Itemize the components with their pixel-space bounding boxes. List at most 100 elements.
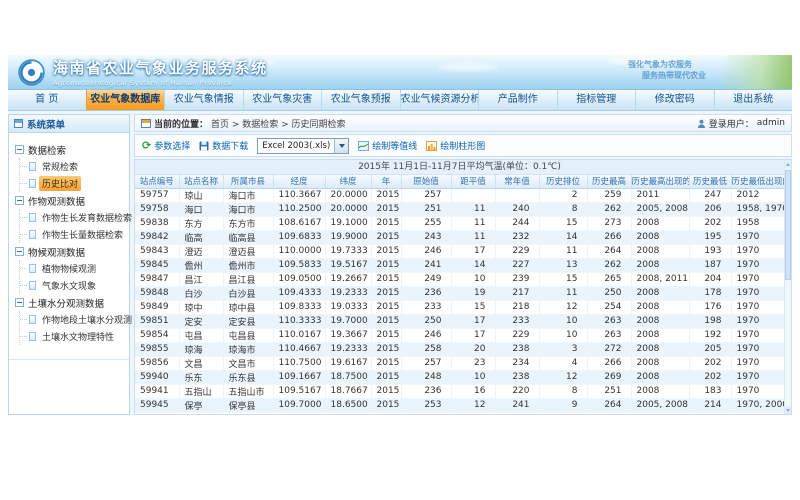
cell: 10 bbox=[539, 314, 587, 328]
nav-item-6[interactable]: 农业气候资源分析 bbox=[400, 90, 479, 110]
cell: 昌江县 bbox=[223, 272, 273, 286]
cell: 11 bbox=[451, 230, 495, 244]
cell: 1970 bbox=[731, 370, 787, 384]
nav-item-9[interactable]: 修改密码 bbox=[635, 90, 714, 110]
cell: 259 bbox=[587, 188, 631, 202]
vertical-scrollbar[interactable] bbox=[784, 160, 791, 414]
download-button[interactable]: 数据下载 bbox=[199, 139, 248, 152]
param-select-button[interactable]: ⟳ 参数选择 bbox=[142, 139, 190, 152]
cell: 253 bbox=[401, 398, 451, 412]
collapse-icon[interactable] bbox=[15, 196, 24, 205]
cell: 18.7667 bbox=[325, 384, 371, 398]
cell: 59948 bbox=[135, 412, 179, 415]
cell: 59848 bbox=[135, 286, 179, 300]
tree-item[interactable]: 常规检索 bbox=[20, 158, 126, 175]
cell: 244 bbox=[495, 216, 539, 230]
export-format-select[interactable]: Excel 2003(.xls) bbox=[257, 138, 349, 154]
cell: 1970, 2000 bbox=[731, 398, 787, 412]
cell: 206 bbox=[689, 202, 731, 216]
cell: 178 bbox=[689, 286, 731, 300]
collapse-icon[interactable] bbox=[15, 247, 24, 256]
scroll-down-icon[interactable] bbox=[785, 406, 791, 414]
cell: 247 bbox=[689, 188, 731, 202]
cell: 266 bbox=[587, 356, 631, 370]
collapse-icon[interactable] bbox=[15, 145, 24, 154]
cell: 五指山 bbox=[179, 384, 223, 398]
cell: 19.6167 bbox=[325, 356, 371, 370]
chevron-down-icon[interactable] bbox=[334, 139, 348, 153]
cell: 乐东县 bbox=[223, 370, 273, 384]
cell: 251 bbox=[587, 384, 631, 398]
tree-section-1[interactable]: 数据检索 bbox=[15, 141, 126, 158]
cell: 1970 bbox=[731, 300, 787, 314]
cell: 109.6833 bbox=[273, 230, 325, 244]
tree-item[interactable]: 气象水文现象 bbox=[20, 277, 126, 294]
tree-item[interactable]: 作物地段土壤水分观测 bbox=[20, 311, 126, 328]
cell: 三亚市 bbox=[223, 412, 273, 415]
cell: 214 bbox=[689, 398, 731, 412]
tree-item[interactable]: 植物物候观测 bbox=[20, 260, 126, 277]
nav-item-3[interactable]: 农业气象情报 bbox=[164, 90, 243, 110]
scroll-up-icon[interactable] bbox=[785, 160, 791, 168]
column-header: 经度 bbox=[273, 175, 325, 188]
cell: 263 bbox=[587, 328, 631, 342]
draw-bar-chart-button[interactable]: 绘制柱形图 bbox=[426, 139, 485, 152]
cell: 254 bbox=[587, 300, 631, 314]
cell: 儋州市 bbox=[223, 258, 273, 272]
tree-item[interactable]: 作物生长发育数据检索 bbox=[20, 209, 126, 226]
cell: 246 bbox=[401, 244, 451, 258]
cell: 2015 bbox=[371, 188, 401, 202]
cell: 15 bbox=[539, 216, 587, 230]
cell: 59845 bbox=[135, 258, 179, 272]
nav-item-10[interactable]: 退出系统 bbox=[714, 90, 793, 110]
cell: 195 bbox=[689, 230, 731, 244]
tree-item[interactable]: 历史比对 bbox=[20, 175, 126, 192]
collapse-icon[interactable] bbox=[15, 298, 24, 307]
nav-item-5[interactable]: 农业气象预报 bbox=[321, 90, 400, 110]
cell: 昌江 bbox=[179, 272, 223, 286]
cell: 217 bbox=[495, 286, 539, 300]
cell: 文昌市 bbox=[223, 356, 273, 370]
cell: 255 bbox=[401, 216, 451, 230]
tree-section-label: 土壤水分观测数据 bbox=[28, 296, 104, 310]
cell: 110.3667 bbox=[273, 188, 325, 202]
location-icon bbox=[141, 119, 151, 128]
cell: 12 bbox=[539, 300, 587, 314]
table-row: 59945保亭保亭县109.700018.6500201525312241926… bbox=[135, 398, 787, 412]
document-icon bbox=[29, 162, 36, 171]
tree-section-3[interactable]: 物候观测数据 bbox=[15, 243, 126, 260]
cell: 198 bbox=[689, 314, 731, 328]
cell: 241 bbox=[401, 258, 451, 272]
table-row: 59856文昌文昌市110.750019.6167201525723234426… bbox=[135, 356, 787, 370]
table-row: 59948三亚三亚市109.516718.23332015229-2425352… bbox=[135, 412, 787, 415]
cell: 251 bbox=[401, 202, 451, 216]
tree-section-4[interactable]: 土壤水分观测数据 bbox=[15, 294, 126, 311]
document-icon bbox=[29, 264, 36, 273]
cell: 202 bbox=[689, 370, 731, 384]
param-select-label: 参数选择 bbox=[154, 139, 190, 152]
table-row: 59842临高临高县109.683319.9000201524311232142… bbox=[135, 230, 787, 244]
table-row: 59845儋州儋州市109.583319.5167201524114227132… bbox=[135, 258, 787, 272]
cell: 14 bbox=[539, 230, 587, 244]
cell: 204 bbox=[689, 272, 731, 286]
tree-section-2[interactable]: 作物观测数据 bbox=[15, 192, 126, 209]
save-icon bbox=[199, 141, 209, 151]
nav-item-7[interactable]: 产品制作 bbox=[478, 90, 557, 110]
cell: 59941 bbox=[135, 384, 179, 398]
cell: 1970 bbox=[731, 272, 787, 286]
draw-contour-button[interactable]: 绘制等值线 bbox=[358, 139, 417, 152]
cell: 17 bbox=[451, 328, 495, 342]
scrollbar-thumb[interactable] bbox=[785, 170, 791, 280]
breadcrumb-path[interactable]: 首页 > 数据检索 > 历史同期检索 bbox=[211, 117, 346, 130]
nav-item-2[interactable]: 农业气象数据库 bbox=[86, 90, 165, 110]
nav-item-1[interactable]: 首 页 bbox=[8, 90, 86, 110]
column-header: 历史最低出现的年份( bbox=[731, 175, 787, 188]
nav-item-4[interactable]: 农业气象灾害 bbox=[243, 90, 322, 110]
nav-item-8[interactable]: 指标管理 bbox=[557, 90, 636, 110]
tree-item[interactable]: 作物生长量数据检索 bbox=[20, 226, 126, 243]
tree-item[interactable]: 土壤水文物理特性 bbox=[20, 328, 126, 345]
tree-item-label: 作物地段土壤水分观测 bbox=[39, 312, 135, 327]
cell: 19.9000 bbox=[325, 230, 371, 244]
tree-section-label: 作物观测数据 bbox=[28, 194, 85, 208]
landscape-decoration bbox=[722, 55, 792, 90]
